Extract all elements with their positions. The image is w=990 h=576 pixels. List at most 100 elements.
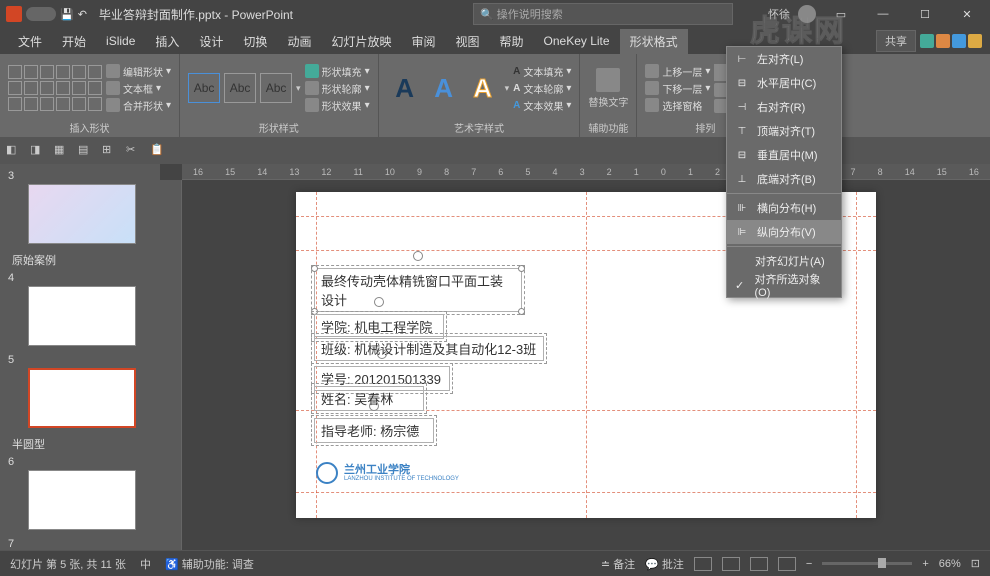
qat-icon[interactable]: ▦ <box>54 143 70 159</box>
align-top-item[interactable]: ⊤顶端对齐(T) <box>727 119 841 143</box>
distribute-h-item[interactable]: ⊪横向分布(H) <box>727 196 841 220</box>
align-center-h-item[interactable]: ⊟水平居中(C) <box>727 71 841 95</box>
selection-pane-button[interactable]: 选择窗格 <box>645 98 710 113</box>
comments-button[interactable]: 💬 批注 <box>645 556 684 572</box>
shape-style-chip[interactable]: Abc <box>260 73 292 103</box>
normal-view-icon[interactable] <box>694 557 712 571</box>
slide-thumbnail[interactable] <box>28 286 136 346</box>
minimize-icon[interactable]: — <box>866 0 900 28</box>
slide-canvas-area[interactable]: 16151413121110987654321012345678141516 最… <box>160 164 990 550</box>
thumb-number: 5 <box>8 354 152 366</box>
accessibility-status[interactable]: ♿ 辅助功能: 调查 <box>165 556 254 572</box>
thumb-number: 6 <box>8 456 152 468</box>
slideshow-view-icon[interactable] <box>778 557 796 571</box>
shape-style-chip[interactable]: Abc <box>188 73 220 103</box>
tab-shape-format[interactable]: 形状格式 <box>620 29 688 54</box>
group-label: 辅助功能 <box>588 118 628 135</box>
slide-counter[interactable]: 幻灯片 第 5 张, 共 11 张 <box>10 556 126 572</box>
addon-icon[interactable] <box>968 34 982 48</box>
addon-icon[interactable] <box>920 34 934 48</box>
shape-style-chip[interactable]: Abc <box>224 73 256 103</box>
powerpoint-icon <box>6 6 22 22</box>
rotate-handle-icon[interactable] <box>377 349 387 359</box>
ribbon-group-insert-shape: 编辑形状 ▾ 文本框 ▾ 合并形状 ▾ 插入形状 <box>0 54 180 137</box>
qat-icon[interactable]: ◧ <box>6 143 22 159</box>
text-box[interactable]: 指导老师: 杨宗德 <box>314 418 434 443</box>
rotate-handle-icon[interactable] <box>413 251 423 261</box>
wordart-gallery[interactable]: AAA <box>387 68 501 108</box>
zoom-slider[interactable] <box>822 562 912 565</box>
tab-view[interactable]: 视图 <box>445 29 489 54</box>
addon-icon[interactable] <box>952 34 966 48</box>
rotate-handle-icon[interactable] <box>374 297 384 307</box>
user-avatar[interactable] <box>798 5 816 23</box>
user-name[interactable]: 怀徐 <box>768 6 790 22</box>
zoom-out-button[interactable]: − <box>806 558 812 570</box>
text-box-title[interactable]: 最终传动壳体精铣窗口平面工装设计 <box>314 268 522 312</box>
addon-icons <box>920 34 982 48</box>
rotate-handle-icon[interactable] <box>369 401 379 411</box>
shape-effect-button[interactable]: 形状效果 ▾ <box>305 98 370 113</box>
shape-fill-button[interactable]: 形状填充 ▾ <box>305 64 370 79</box>
fit-to-window-icon[interactable]: ⊡ <box>971 557 980 570</box>
tab-help[interactable]: 帮助 <box>490 29 534 54</box>
align-to-slide-item[interactable]: 对齐幻灯片(A) <box>727 249 841 273</box>
language-indicator[interactable]: 中 <box>140 556 151 572</box>
shape-outline-button[interactable]: 形状轮廓 ▾ <box>305 81 370 96</box>
save-icon[interactable]: 💾 <box>60 8 74 21</box>
thumb-number: 3 <box>8 170 152 182</box>
share-button[interactable]: 共享 <box>876 30 916 52</box>
merge-shape-button[interactable]: 合并形状 ▾ <box>106 98 171 113</box>
tab-animation[interactable]: 动画 <box>277 29 321 54</box>
align-right-item[interactable]: ⊣右对齐(R) <box>727 95 841 119</box>
distribute-v-item[interactable]: ⊫纵向分布(V) <box>727 220 841 244</box>
zoom-level[interactable]: 66% <box>939 558 961 570</box>
tab-onekey[interactable]: OneKey Lite <box>534 30 620 52</box>
send-backward-button[interactable]: 下移一层 ▾ <box>645 81 710 96</box>
tab-review[interactable]: 审阅 <box>401 29 445 54</box>
addon-icon[interactable] <box>936 34 950 48</box>
text-outline-button[interactable]: A 文本轮廓 ▾ <box>513 81 571 96</box>
slide-thumbnail-selected[interactable] <box>28 368 136 428</box>
tab-file[interactable]: 文件 <box>8 29 52 54</box>
shape-gallery[interactable] <box>8 65 102 111</box>
reading-view-icon[interactable] <box>750 557 768 571</box>
edit-shape-button[interactable]: 编辑形状 ▾ <box>106 64 171 79</box>
tab-home[interactable]: 开始 <box>52 29 96 54</box>
section-label[interactable]: 半圆型 <box>12 436 152 452</box>
tab-insert[interactable]: 插入 <box>145 29 189 54</box>
text-fill-button[interactable]: A 文本填充 ▾ <box>513 64 571 79</box>
tab-islide[interactable]: iSlide <box>96 30 145 52</box>
qat-icon[interactable]: ✂ <box>126 143 142 159</box>
align-bottom-item[interactable]: ⊥底端对齐(B) <box>727 167 841 191</box>
sorter-view-icon[interactable] <box>722 557 740 571</box>
qat-icon[interactable]: ⊞ <box>102 143 118 159</box>
maximize-icon[interactable]: ☐ <box>908 0 942 28</box>
notes-button[interactable]: ≐ 备注 <box>601 556 635 572</box>
ribbon-options-icon[interactable]: ▭ <box>824 0 858 28</box>
logo-badge-icon <box>316 462 338 484</box>
tab-slideshow[interactable]: 幻灯片放映 <box>321 29 401 54</box>
qat-icon[interactable]: 📋 <box>150 143 166 159</box>
alt-text-button[interactable]: 替换文字 <box>588 68 628 109</box>
section-label[interactable]: 原始案例 <box>12 252 152 268</box>
qat-icon[interactable]: ◨ <box>30 143 46 159</box>
bring-forward-button[interactable]: 上移一层 ▾ <box>645 64 710 79</box>
text-box-button[interactable]: 文本框 ▾ <box>106 81 171 96</box>
zoom-in-button[interactable]: + <box>922 558 928 570</box>
slide-thumbnail-panel[interactable]: 3 原始案例 4 5 半圆型 6 7 <box>0 164 160 550</box>
text-effect-button[interactable]: A 文本效果 ▾ <box>513 98 571 113</box>
align-left-item[interactable]: ⊢左对齐(L) <box>727 47 841 71</box>
slide-thumbnail[interactable] <box>28 470 136 530</box>
search-input[interactable]: 🔍 操作说明搜索 <box>473 3 733 25</box>
align-center-v-item[interactable]: ⊟垂直居中(M) <box>727 143 841 167</box>
undo-icon[interactable]: ↶ <box>78 8 87 21</box>
tab-transition[interactable]: 切换 <box>233 29 277 54</box>
align-to-selection-item[interactable]: ✓对齐所选对象(O) <box>727 273 841 297</box>
autosave-icon[interactable] <box>26 7 56 21</box>
text-box[interactable]: 班级: 机械设计制造及其自动化12-3班 <box>314 336 544 361</box>
qat-icon[interactable]: ▤ <box>78 143 94 159</box>
tab-design[interactable]: 设计 <box>189 29 233 54</box>
close-icon[interactable]: ✕ <box>950 0 984 28</box>
slide-thumbnail[interactable] <box>28 184 136 244</box>
